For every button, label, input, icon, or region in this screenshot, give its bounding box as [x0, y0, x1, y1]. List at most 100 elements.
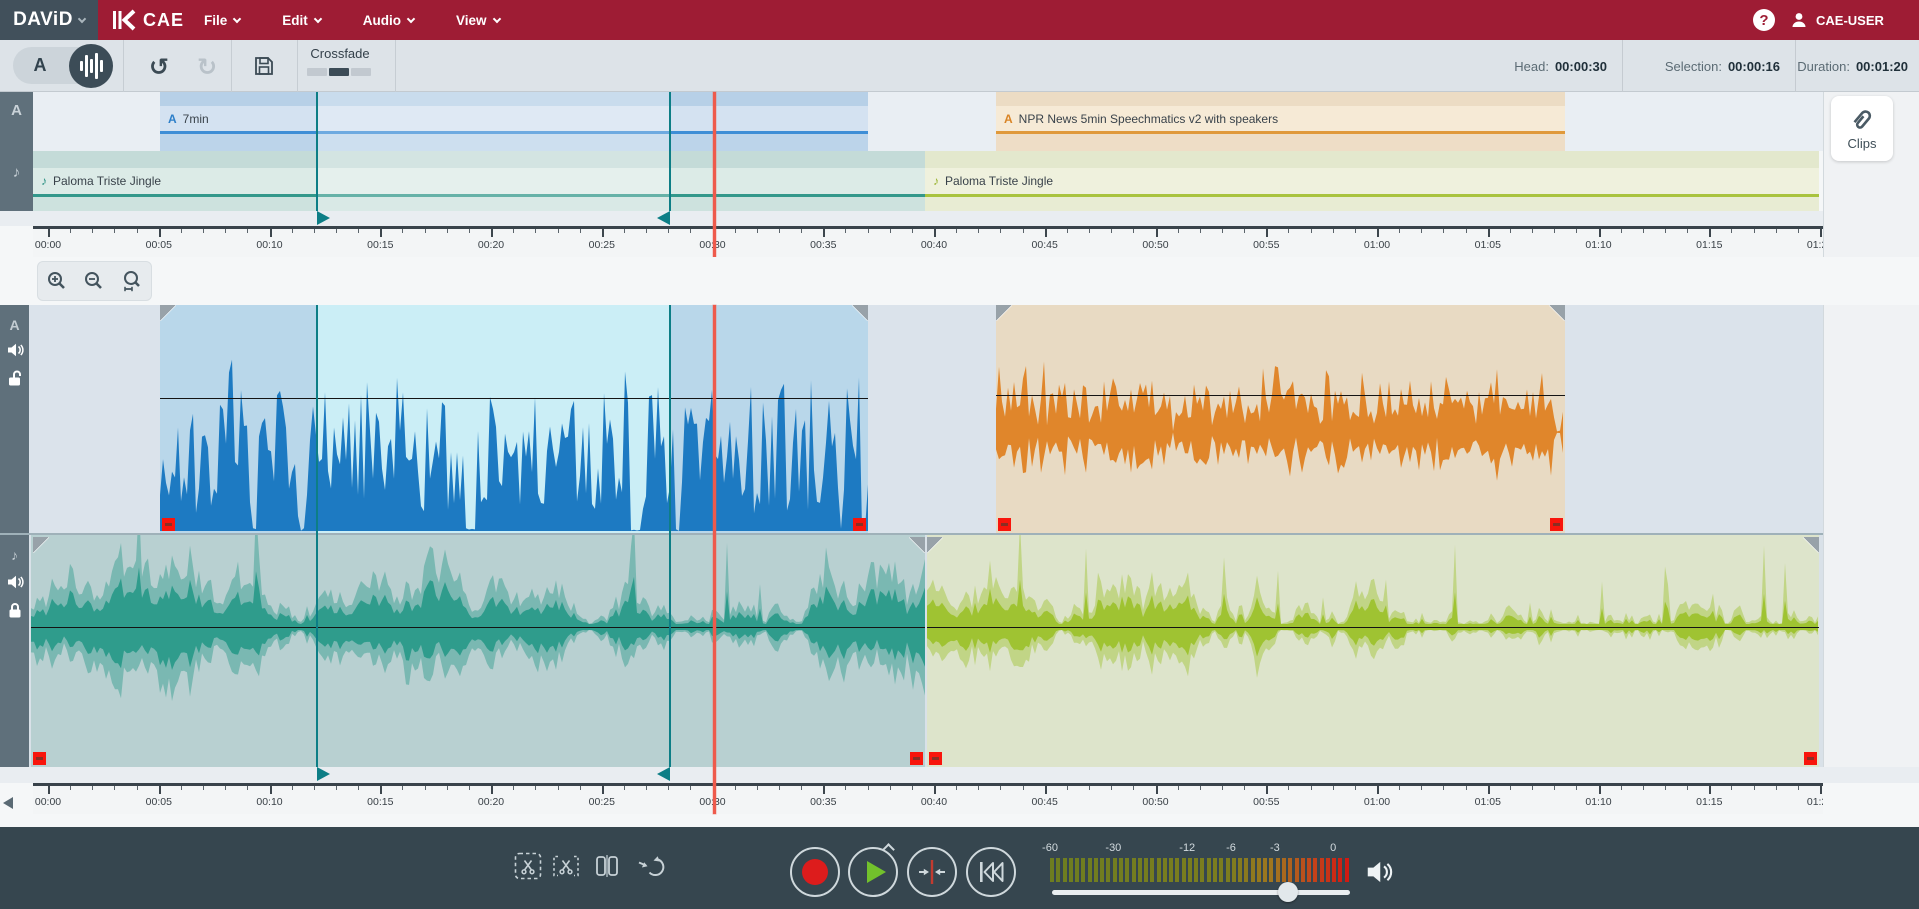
- menu-list: File Edit Audio View: [204, 0, 542, 40]
- main-selection-start-line[interactable]: [316, 305, 318, 767]
- overview-playhead[interactable]: [713, 92, 716, 257]
- track-a-speaker-icon[interactable]: [6, 341, 24, 359]
- gain-line[interactable]: [160, 398, 868, 399]
- menu-file[interactable]: File: [204, 13, 240, 28]
- selection-end-marker[interactable]: [657, 211, 670, 225]
- save-button[interactable]: [252, 54, 276, 78]
- main-timeline-ruler[interactable]: 00:0000:0500:1000:1500:2000:2500:3000:35…: [33, 783, 1823, 814]
- main-marker-strip[interactable]: [0, 767, 1919, 783]
- ruler-tick: [70, 786, 71, 790]
- volume-slider[interactable]: [1052, 890, 1350, 895]
- waveform-mode-button[interactable]: [69, 44, 113, 88]
- clip-start-handle[interactable]: [162, 518, 175, 531]
- chevron-down-icon: [407, 14, 415, 22]
- skip-to-start-button[interactable]: [965, 846, 1017, 898]
- revert-button[interactable]: [636, 852, 666, 880]
- track-b-lock-icon[interactable]: [7, 601, 23, 619]
- undo-button[interactable]: ↺: [143, 54, 175, 80]
- gain-line[interactable]: [927, 627, 1819, 628]
- monitor-speaker-icon[interactable]: [1364, 857, 1394, 887]
- clip-npr-news-waveform[interactable]: [996, 305, 1565, 533]
- split-clip-button[interactable]: [593, 852, 621, 880]
- ruler-tick: [1798, 786, 1799, 790]
- fade-in-handle[interactable]: [996, 305, 1012, 321]
- main-selection-end-marker[interactable]: [657, 767, 670, 781]
- menu-audio[interactable]: Audio: [363, 13, 414, 28]
- zoom-selection-button[interactable]: [120, 269, 144, 293]
- clip-jingle-1-waveform[interactable]: [31, 535, 925, 767]
- ruler-tick: [956, 786, 957, 790]
- clip-end-handle[interactable]: [910, 752, 923, 765]
- ruler-label: 00:20: [478, 796, 504, 808]
- gain-line[interactable]: [996, 395, 1565, 396]
- meter-segment: [1056, 858, 1060, 882]
- main-selection-start-marker[interactable]: [317, 767, 330, 781]
- ruler-tick: [137, 229, 138, 233]
- main-playhead[interactable]: [713, 305, 716, 814]
- ruler-tick: [1178, 229, 1179, 233]
- fade-out-handle[interactable]: [1549, 305, 1565, 321]
- text-mode-button[interactable]: A: [13, 47, 67, 84]
- track-b-speaker-icon[interactable]: [6, 573, 24, 591]
- clip-label: ♪Paloma Triste Jingle: [925, 168, 1819, 194]
- meter-segment: [1200, 858, 1204, 882]
- fade-out-handle[interactable]: [909, 537, 925, 553]
- ruler-tick: [1576, 229, 1577, 233]
- overview-selection-end-line[interactable]: [669, 92, 671, 211]
- crossfade-segment-mid[interactable]: [329, 68, 349, 76]
- clip-start-handle[interactable]: [33, 752, 46, 765]
- cut-edges-button[interactable]: [551, 852, 581, 880]
- fade-in-handle[interactable]: [160, 305, 176, 321]
- track-a-unlock-icon[interactable]: [7, 369, 23, 387]
- zoom-in-button[interactable]: [45, 269, 69, 293]
- overview-clip-jingle-2[interactable]: ♪Paloma Triste Jingle: [925, 151, 1819, 211]
- fade-in-handle[interactable]: [927, 537, 943, 553]
- clip-start-handle[interactable]: [998, 518, 1011, 531]
- ruler-tick: [1621, 786, 1622, 790]
- trim-to-selection-button[interactable]: [906, 846, 958, 898]
- fade-out-handle[interactable]: [852, 305, 868, 321]
- crossfade-segment-right[interactable]: [351, 68, 371, 76]
- clip-7min-waveform[interactable]: [160, 305, 868, 533]
- help-button[interactable]: ?: [1753, 9, 1775, 31]
- track-b-music-icon: ♪: [0, 547, 29, 563]
- record-button[interactable]: [789, 846, 841, 898]
- menu-view[interactable]: View: [456, 13, 500, 28]
- ruler-tick: [358, 229, 359, 233]
- selection-start-marker[interactable]: [317, 211, 330, 225]
- menu-edit[interactable]: Edit: [282, 13, 321, 28]
- ruler-tick: [1023, 229, 1024, 233]
- play-button[interactable]: [847, 846, 899, 898]
- clip-start-handle[interactable]: [929, 752, 942, 765]
- ruler-tick: [1776, 229, 1777, 233]
- overview-selection-start-line[interactable]: [316, 92, 318, 211]
- overview-clip-npr-news[interactable]: ANPR News 5min Speechmatics v2 with spea…: [996, 92, 1565, 151]
- overview-marker-strip[interactable]: [0, 211, 1919, 226]
- ruler-tick: [1244, 786, 1245, 790]
- clips-panel-button[interactable]: Clips: [1831, 96, 1893, 161]
- clip-jingle-2-waveform[interactable]: [927, 535, 1819, 767]
- redo-button[interactable]: ↻: [191, 54, 223, 80]
- ruler-label: 01:10: [1585, 796, 1611, 808]
- main-selection-end-line[interactable]: [669, 305, 671, 767]
- fade-in-handle[interactable]: [33, 537, 49, 553]
- meter-segment: [1338, 858, 1342, 882]
- fade-out-handle[interactable]: [1803, 537, 1819, 553]
- gain-line[interactable]: [31, 627, 925, 628]
- clip-end-handle[interactable]: [1550, 518, 1563, 531]
- ruler-tick: [1754, 229, 1755, 233]
- zoom-out-button[interactable]: [82, 269, 106, 293]
- clip-end-handle[interactable]: [853, 518, 866, 531]
- user-menu[interactable]: CAE-USER: [1790, 0, 1884, 40]
- volume-slider-knob[interactable]: [1278, 882, 1298, 902]
- clip-end-handle[interactable]: [1804, 752, 1817, 765]
- overview-timeline-ruler[interactable]: 00:0000:0500:1000:1500:2000:2500:3000:35…: [33, 226, 1823, 257]
- cut-selection-button[interactable]: [514, 852, 542, 880]
- scroll-left-arrow[interactable]: [3, 797, 13, 809]
- david-logo-menu[interactable]: DAViD: [0, 0, 98, 40]
- ruler-tick: [1000, 229, 1001, 233]
- meter-segment: [1213, 858, 1217, 882]
- ruler-tick: [1311, 229, 1312, 233]
- crossfade-segment-left[interactable]: [307, 68, 327, 76]
- ruler-label: 01:20: [1807, 796, 1823, 808]
